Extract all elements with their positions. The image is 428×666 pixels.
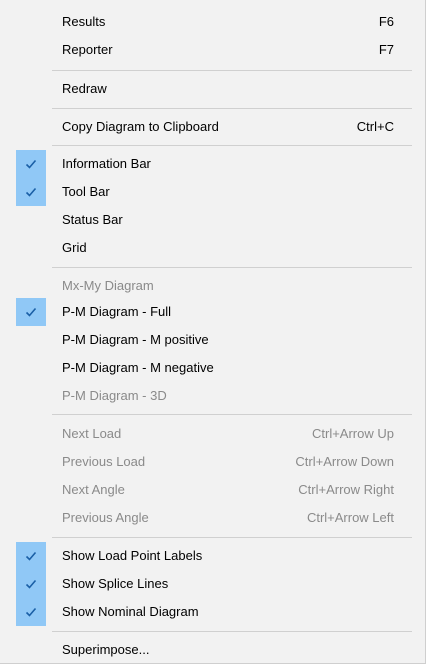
menu-item-label: Show Splice Lines (62, 576, 169, 591)
menu-item-label: Tool Bar (62, 184, 110, 199)
menu-item-superimpose[interactable]: Superimpose... (0, 636, 426, 664)
menu-item-results[interactable]: Results F6 (0, 8, 426, 36)
menu-item-label: Previous Load (62, 454, 146, 469)
menu-item-tool-bar[interactable]: Tool Bar (0, 178, 426, 206)
checkmark-icon (25, 579, 37, 589)
menu-item-label: P-M Diagram - M positive (62, 332, 209, 347)
menu-item-label: Copy Diagram to Clipboard (62, 119, 219, 134)
menu-item-previous-angle: Previous Angle Ctrl+Arrow Left (0, 504, 426, 532)
menu-item-shortcut: Ctrl+Arrow Up (312, 426, 394, 441)
menu-item-show-load-point-labels[interactable]: Show Load Point Labels (0, 542, 426, 570)
checkmark-icon (25, 159, 37, 169)
checkmark-icon (25, 307, 37, 317)
check-indicator (16, 178, 46, 206)
menu-item-show-splice-lines[interactable]: Show Splice Lines (0, 570, 426, 598)
menu-item-copy-diagram[interactable]: Copy Diagram to Clipboard Ctrl+C (0, 113, 426, 141)
menu-item-pm-diagram-m-negative[interactable]: P-M Diagram - M negative (0, 354, 426, 382)
menu-item-status-bar[interactable]: Status Bar (0, 206, 426, 234)
menu-item-label: Show Load Point Labels (62, 548, 203, 563)
check-indicator (16, 598, 46, 626)
menu-item-shortcut: Ctrl+Arrow Left (306, 510, 394, 525)
check-indicator (16, 298, 46, 326)
menu-separator (52, 414, 412, 415)
menu-item-shortcut: F7 (378, 42, 394, 57)
menu-item-label: Next Load (62, 426, 122, 441)
menu-item-label: Mx-My Diagram (62, 278, 154, 293)
menu-separator (52, 631, 412, 632)
check-indicator (16, 570, 46, 598)
menu-item-label: Superimpose... (62, 642, 150, 657)
checkmark-icon (25, 551, 37, 561)
menu-separator (52, 70, 412, 71)
menu-item-label: Redraw (62, 81, 107, 96)
menu-item-label: Show Nominal Diagram (62, 604, 199, 619)
menu-item-shortcut: Ctrl+C (356, 119, 394, 134)
menu-separator (52, 108, 412, 109)
checkmark-icon (25, 607, 37, 617)
menu-item-label: P-M Diagram - 3D (62, 388, 167, 403)
menu-item-next-angle: Next Angle Ctrl+Arrow Right (0, 476, 426, 504)
menu-item-mx-my-diagram: Mx-My Diagram (0, 272, 426, 300)
check-indicator (16, 150, 46, 178)
menu-separator (52, 267, 412, 268)
menu-item-label: P-M Diagram - Full (62, 304, 172, 319)
menu-item-label: P-M Diagram - M negative (62, 360, 214, 375)
menu-item-label: Results (62, 14, 106, 29)
check-indicator (16, 542, 46, 570)
menu-item-pm-diagram-m-positive[interactable]: P-M Diagram - M positive (0, 326, 426, 354)
menu-item-label: Information Bar (62, 156, 151, 171)
menu-item-label: Status Bar (62, 212, 123, 227)
menu-separator (52, 537, 412, 538)
menu-item-shortcut: Ctrl+Arrow Right (298, 482, 394, 497)
menu-item-label: Grid (62, 240, 87, 255)
menu-separator (52, 145, 412, 146)
context-menu: Results F6 Reporter F7 Redraw Copy Diagr… (0, 0, 426, 664)
menu-item-shortcut: Ctrl+Arrow Down (295, 454, 394, 469)
menu-item-show-nominal-diagram[interactable]: Show Nominal Diagram (0, 598, 426, 626)
menu-item-label: Reporter (62, 42, 113, 57)
menu-item-reporter[interactable]: Reporter F7 (0, 36, 426, 64)
menu-item-information-bar[interactable]: Information Bar (0, 150, 426, 178)
menu-item-previous-load: Previous Load Ctrl+Arrow Down (0, 448, 426, 476)
menu-item-shortcut: F6 (378, 14, 394, 29)
menu-item-label: Next Angle (62, 482, 125, 497)
menu-item-pm-diagram-3d: P-M Diagram - 3D (0, 382, 426, 410)
menu-item-redraw[interactable]: Redraw (0, 75, 426, 103)
menu-item-pm-diagram-full[interactable]: P-M Diagram - Full (0, 298, 426, 326)
menu-item-grid[interactable]: Grid (0, 234, 426, 262)
menu-item-label: Previous Angle (62, 510, 149, 525)
menu-item-next-load: Next Load Ctrl+Arrow Up (0, 420, 426, 448)
checkmark-icon (25, 187, 37, 197)
